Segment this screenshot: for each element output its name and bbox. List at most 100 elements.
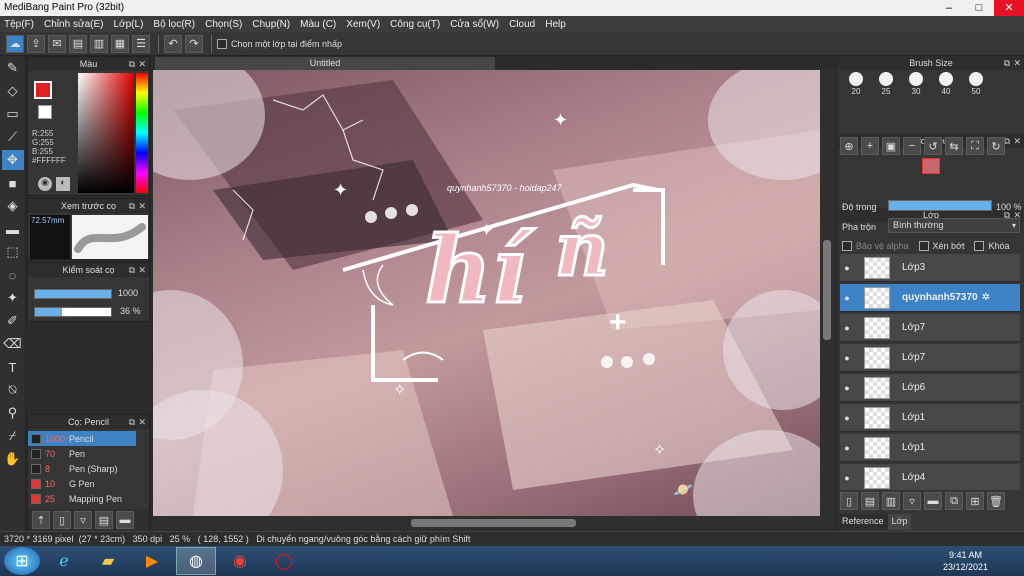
tab-reference[interactable]: Reference bbox=[838, 514, 888, 530]
new-brush-icon[interactable]: ▯ bbox=[53, 511, 71, 529]
zoom-fit-icon[interactable]: ⊕ bbox=[840, 137, 858, 155]
fill-rect-tool-icon[interactable]: ■ bbox=[2, 173, 24, 193]
brush-size-preset[interactable]: 20 bbox=[842, 72, 870, 96]
line-tool-icon[interactable]: ⟋ bbox=[2, 127, 24, 147]
actual-size-icon[interactable]: ▣ bbox=[882, 137, 900, 155]
duplicate-layer-icon[interactable]: ⧉ bbox=[945, 492, 963, 510]
chrome-icon[interactable]: ◉ bbox=[220, 547, 260, 575]
blend-mode-select[interactable]: Bình thường ▾ bbox=[888, 218, 1020, 233]
close-button[interactable]: ✕ bbox=[994, 0, 1024, 16]
detach-icon[interactable]: ⧉ bbox=[129, 415, 135, 429]
cloud-icon[interactable]: ☁ bbox=[6, 34, 24, 53]
new-8bit-layer-icon[interactable]: ▥ bbox=[882, 492, 900, 510]
menu-snap[interactable]: Chụp(N) bbox=[252, 19, 290, 30]
eye-icon[interactable]: ● bbox=[840, 473, 854, 483]
vertical-scrollbar[interactable] bbox=[820, 70, 834, 516]
menu-help[interactable]: Help bbox=[545, 19, 566, 30]
magic-wand-tool-icon[interactable]: ✦ bbox=[2, 288, 24, 308]
brush-list-item[interactable]: 25 Mapping Pen bbox=[28, 491, 136, 506]
layer-opacity-slider[interactable] bbox=[888, 200, 992, 211]
move-tool-icon[interactable]: ✥ bbox=[1, 150, 24, 170]
layer-row[interactable]: ● Lớp7 bbox=[840, 344, 1020, 372]
dropper-tool-icon[interactable]: ⌿ bbox=[2, 426, 24, 446]
color-mode-icon[interactable]: ◐ bbox=[56, 177, 70, 191]
vertical-scroll-thumb[interactable] bbox=[823, 240, 831, 340]
layer-row[interactable]: ● quynhanh57370 ✲ bbox=[840, 284, 1020, 312]
ie-icon[interactable]: ℯ bbox=[44, 547, 84, 575]
lasso-tool-icon[interactable]: ◌ bbox=[2, 265, 24, 285]
document-icon[interactable]: ▤ bbox=[69, 34, 87, 53]
media-player-icon[interactable]: ▶ bbox=[132, 547, 172, 575]
saturation-value-picker[interactable] bbox=[78, 73, 134, 193]
page-icon[interactable]: ▥ bbox=[90, 34, 108, 53]
menu-filter[interactable]: Bộ lọc(R) bbox=[153, 19, 195, 30]
fullscreen-icon[interactable]: ⛶ bbox=[966, 137, 984, 155]
explorer-icon[interactable]: ▰ bbox=[88, 547, 128, 575]
brush-opacity-slider[interactable] bbox=[34, 307, 112, 317]
eraser-tool-icon[interactable]: ◇ bbox=[2, 81, 24, 101]
add-brush-icon[interactable]: ▿ bbox=[74, 511, 92, 529]
brush-list-item[interactable]: 10 G Pen bbox=[28, 476, 136, 491]
delete-layer-icon[interactable]: 🗑 bbox=[987, 492, 1005, 510]
layer-row[interactable]: ● Lớp4 bbox=[840, 464, 1020, 490]
rotate-right-icon[interactable]: ↻ bbox=[987, 137, 1005, 155]
menu-edit[interactable]: Chỉnh sửa(E) bbox=[44, 19, 104, 30]
lock-checkbox[interactable] bbox=[974, 241, 985, 251]
close-panel-icon[interactable]: ✕ bbox=[138, 415, 146, 429]
detach-icon[interactable]: ⧉ bbox=[129, 57, 135, 71]
start-icon[interactable]: ⊞ bbox=[4, 547, 40, 575]
zoom-out-icon[interactable]: − bbox=[903, 137, 921, 155]
add-layer-menu-icon[interactable]: ▿ bbox=[903, 492, 921, 510]
hue-slider[interactable] bbox=[136, 73, 148, 193]
close-panel-icon[interactable]: ✕ bbox=[138, 57, 146, 71]
undo-icon[interactable]: ↶ bbox=[164, 34, 182, 53]
layer-settings-gear-icon[interactable]: ✲ bbox=[982, 292, 990, 303]
menu-color[interactable]: Màu (C) bbox=[300, 19, 336, 30]
flip-icon[interactable]: ⇆ bbox=[945, 137, 963, 155]
palette-icon[interactable]: ◉ bbox=[38, 177, 52, 191]
grid-icon[interactable]: ▦ bbox=[111, 34, 129, 53]
layer-row[interactable]: ● Lớp3 bbox=[840, 254, 1020, 282]
detach-icon[interactable]: ⧉ bbox=[129, 263, 135, 277]
eye-icon[interactable]: ● bbox=[840, 353, 854, 363]
navigator-thumbnail[interactable] bbox=[922, 158, 940, 174]
comment-icon[interactable]: ✉ bbox=[48, 34, 66, 53]
rotate-left-icon[interactable]: ↺ bbox=[924, 137, 942, 155]
artwork-canvas[interactable]: quynhanh57370 - hoidap247 hí ñ + ✦ ✦ ✦ ✧… bbox=[153, 70, 820, 516]
select-layer-checkbox[interactable] bbox=[217, 38, 227, 49]
layer-row[interactable]: ● Lớp6 bbox=[840, 374, 1020, 402]
layer-row[interactable]: ● Lớp1 bbox=[840, 434, 1020, 462]
select-rect-tool-icon[interactable]: ⬚ bbox=[2, 242, 24, 262]
eye-icon[interactable]: ● bbox=[840, 323, 854, 333]
brush-folder-icon[interactable]: ▬ bbox=[116, 511, 134, 529]
brush-size-preset[interactable]: 25 bbox=[872, 72, 900, 96]
brush-size-preset[interactable]: 40 bbox=[932, 72, 960, 96]
eye-icon[interactable]: ● bbox=[840, 263, 854, 273]
medibang-icon[interactable]: ◍ bbox=[176, 547, 216, 575]
menu-select[interactable]: Chọn(S) bbox=[205, 19, 242, 30]
new-layer-icon[interactable]: ▯ bbox=[840, 492, 858, 510]
zoom-in-icon[interactable]: + bbox=[861, 137, 879, 155]
brush-tool-icon[interactable]: ✎ bbox=[2, 58, 24, 78]
brush-size-preset[interactable]: 50 bbox=[962, 72, 990, 96]
menu-file[interactable]: Tệp(F) bbox=[4, 19, 34, 30]
menu-cloud[interactable]: Cloud bbox=[509, 19, 535, 30]
detach-icon[interactable]: ⧉ bbox=[129, 199, 135, 213]
primary-color-swatch[interactable] bbox=[34, 81, 52, 99]
eye-icon[interactable]: ● bbox=[840, 293, 854, 303]
brush-settings-icon[interactable]: ▤ bbox=[95, 511, 113, 529]
select-pen-tool-icon[interactable]: ✐ bbox=[2, 311, 24, 331]
menu-layer[interactable]: Lớp(L) bbox=[114, 19, 144, 30]
brush-size-preset[interactable]: 30 bbox=[902, 72, 930, 96]
new-halftone-layer-icon[interactable]: ▤ bbox=[861, 492, 879, 510]
upload-brush-icon[interactable]: ⇡ bbox=[32, 511, 50, 529]
opera-icon[interactable]: ◯ bbox=[264, 547, 304, 575]
protect-alpha-checkbox[interactable] bbox=[842, 241, 852, 251]
menu-tools[interactable]: Công cụ(T) bbox=[390, 19, 440, 30]
menu-view[interactable]: Xem(V) bbox=[346, 19, 380, 30]
close-panel-icon[interactable]: ✕ bbox=[138, 263, 146, 277]
redo-icon[interactable]: ↷ bbox=[185, 34, 203, 53]
brush-list-item[interactable]: 8 Pen (Sharp) bbox=[28, 461, 136, 476]
maximize-button[interactable]: □ bbox=[964, 0, 994, 16]
horizontal-scrollbar[interactable] bbox=[153, 516, 834, 530]
